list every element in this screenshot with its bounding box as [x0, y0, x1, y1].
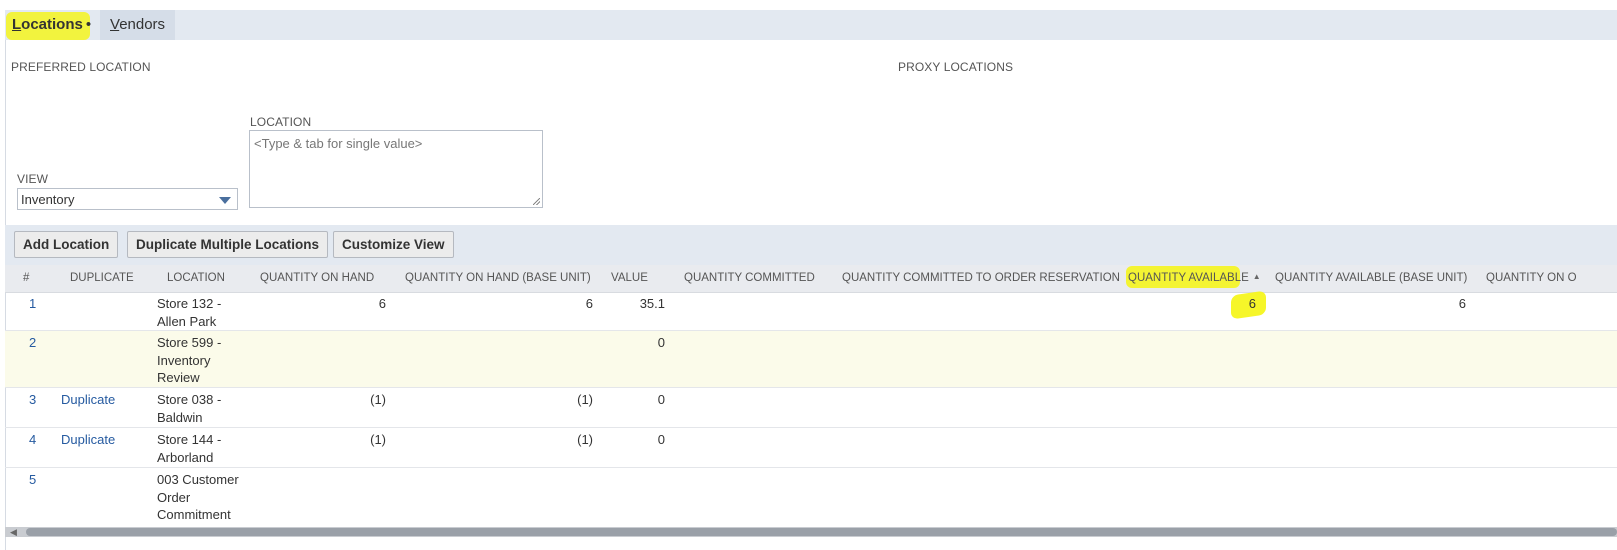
location-line: Store 132 -	[157, 296, 222, 311]
column-header-quantity-on-hand[interactable]: QUANTITY ON HAND	[260, 272, 374, 284]
quantity-on-hand-base-cell: (1)	[577, 392, 593, 407]
duplicate-multiple-locations-button[interactable]: Duplicate Multiple Locations	[127, 231, 329, 258]
quantity-available-base-cell: 6	[1458, 296, 1466, 311]
location-line: Allen Park	[157, 313, 217, 329]
value-cell: 0	[657, 432, 665, 447]
tab-hotkey: V	[110, 16, 120, 33]
duplicate-link[interactable]: Duplicate	[61, 431, 115, 449]
quantity-on-hand-base-cell: (1)	[577, 432, 593, 447]
table-row	[5, 468, 1617, 526]
view-select-value: Inventory	[21, 192, 75, 207]
location-filter-input[interactable]: <Type & tab for single value>	[249, 130, 543, 208]
tab-locations[interactable]: Locations •	[12, 10, 91, 40]
value-cell: 35.1	[639, 296, 665, 311]
quantity-on-hand-cell: (1)	[370, 432, 386, 447]
table-row	[5, 428, 1617, 468]
column-header-quantity-on-hand-base-unit[interactable]: QUANTITY ON HAND (BASE UNIT)	[405, 272, 591, 284]
location-cell: 003 Customer Order Commitment	[157, 471, 239, 524]
location-cell: Store 144 - Arborland	[157, 431, 221, 466]
location-line: Store 038 -	[157, 392, 222, 407]
location-filter-placeholder: <Type & tab for single value>	[254, 136, 423, 151]
preferred-location-label: PREFERRED LOCATION	[11, 60, 151, 74]
table-row	[5, 331, 1617, 388]
table-row	[5, 292, 1617, 331]
column-header-quantity-available[interactable]: QUANTITY AVAILABLE ▲	[1128, 272, 1261, 284]
column-header-value[interactable]: VALUE	[611, 272, 648, 284]
location-line: 003 Customer	[157, 472, 239, 487]
tab-label: ocations	[21, 16, 83, 33]
quantity-available-cell: 6	[1248, 296, 1256, 311]
row-number-link[interactable]: 3	[29, 391, 36, 409]
tab-hotkey: L	[12, 16, 22, 33]
location-line: Order	[157, 489, 191, 505]
tab-active-marker: •	[85, 16, 92, 33]
column-header-label: QUANTITY AVAILABLE	[1128, 272, 1249, 284]
column-header-quantity-committed[interactable]: QUANTITY COMMITTED	[684, 272, 815, 284]
scrollbar-thumb[interactable]	[26, 528, 1617, 536]
proxy-locations-label: PROXY LOCATIONS	[898, 60, 1014, 74]
row-number-link[interactable]: 2	[29, 334, 36, 352]
location-line: Review	[157, 370, 200, 385]
column-header-quantity-committed-order-reservation[interactable]: QUANTITY COMMITTED TO ORDER RESERVATION	[842, 272, 1120, 284]
location-line: Inventory	[157, 352, 211, 368]
duplicate-link[interactable]: Duplicate	[61, 391, 115, 409]
scroll-left-icon[interactable]: ◀	[10, 527, 17, 537]
row-number-link[interactable]: 5	[29, 471, 36, 489]
column-header-number[interactable]: #	[23, 272, 29, 284]
location-line: Baldwin	[157, 409, 203, 425]
row-number-link[interactable]: 1	[29, 295, 36, 313]
quantity-on-hand-base-cell: 6	[585, 296, 593, 311]
location-cell: Store 132 - Allen Park	[157, 295, 221, 330]
view-select[interactable]: Inventory	[17, 188, 238, 210]
location-line: Commitment	[157, 507, 231, 522]
column-header-duplicate[interactable]: DUPLICATE	[70, 272, 134, 284]
quantity-on-hand-cell: 6	[378, 296, 386, 311]
chevron-down-icon[interactable]	[219, 197, 231, 204]
value-cell: 0	[657, 392, 665, 407]
sort-ascending-icon: ▲	[1252, 272, 1261, 281]
location-line: Arborland	[157, 449, 214, 465]
row-number-link[interactable]: 4	[29, 431, 36, 449]
tab-vendors[interactable]: Vendors	[100, 10, 176, 40]
table-row	[5, 388, 1617, 428]
column-header-location[interactable]: LOCATION	[167, 272, 225, 284]
column-header-quantity-on-order[interactable]: QUANTITY ON O	[1486, 272, 1617, 284]
view-label: VIEW	[17, 172, 49, 186]
add-location-button[interactable]: Add Location	[14, 231, 119, 258]
column-header-quantity-available-base-unit[interactable]: QUANTITY AVAILABLE (BASE UNIT)	[1275, 272, 1467, 284]
location-cell: Store 038 - Baldwin	[157, 391, 221, 426]
customize-view-button[interactable]: Customize View	[333, 231, 454, 258]
location-line: Store 144 -	[157, 432, 222, 447]
tab-label: endors	[119, 16, 166, 33]
subtab-bar	[5, 10, 1617, 40]
location-line: Store 599 -	[157, 335, 222, 350]
quantity-on-hand-cell: (1)	[370, 392, 386, 407]
location-filter-label: LOCATION	[250, 115, 312, 129]
resize-grip-icon[interactable]	[533, 198, 540, 205]
value-cell: 0	[657, 335, 665, 350]
location-cell: Store 599 - Inventory Review	[157, 334, 221, 387]
